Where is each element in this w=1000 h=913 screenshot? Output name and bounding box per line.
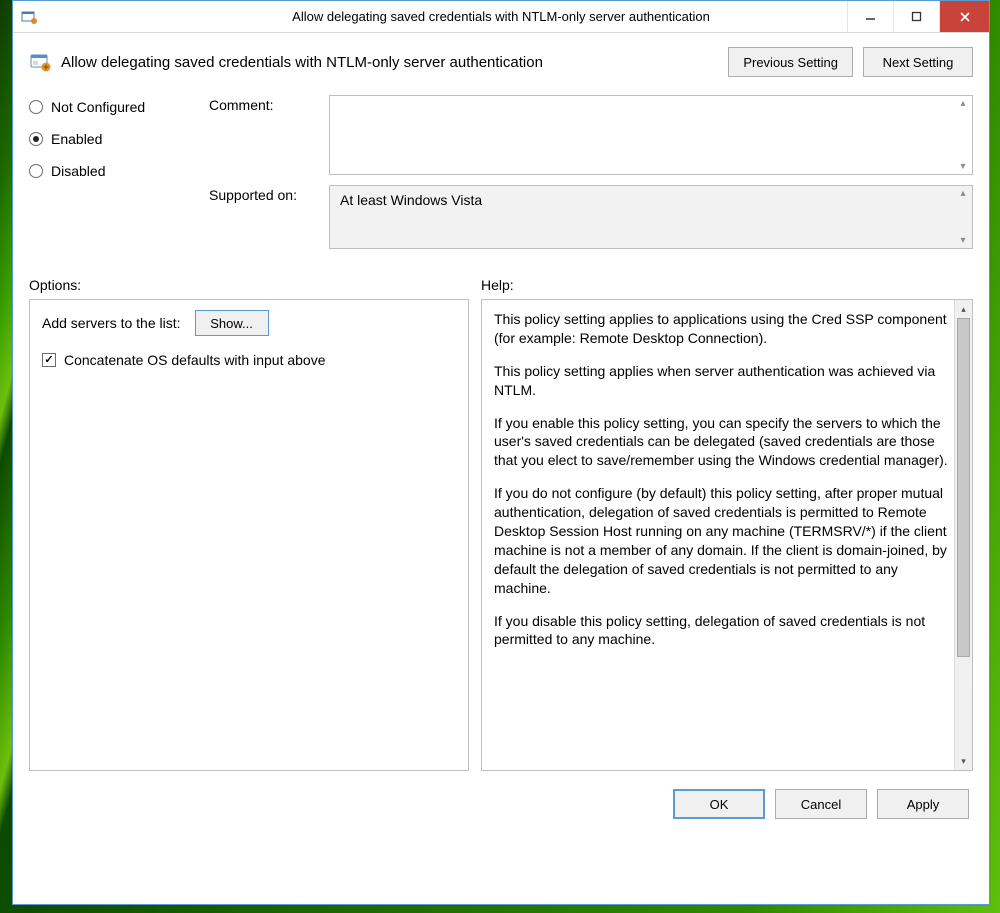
window-buttons bbox=[847, 1, 989, 32]
close-button[interactable] bbox=[939, 1, 989, 32]
client-area: Allow delegating saved credentials with … bbox=[13, 33, 989, 904]
radio-enabled[interactable]: Enabled bbox=[29, 131, 209, 147]
concat-label: Concatenate OS defaults with input above bbox=[64, 352, 326, 368]
radio-label: Disabled bbox=[51, 163, 105, 179]
scroll-up-icon: ▴ bbox=[960, 98, 965, 109]
scrollbar-thumb[interactable] bbox=[957, 318, 970, 657]
options-pane: Add servers to the list: Show... Concate… bbox=[29, 299, 469, 771]
policy-editor-window: Allow delegating saved credentials with … bbox=[12, 0, 990, 905]
window-title: Allow delegating saved credentials with … bbox=[13, 9, 989, 24]
state-radios: Not Configured Enabled Disabled bbox=[29, 95, 209, 179]
scroll-up-icon: ▴ bbox=[955, 300, 972, 318]
help-text: This policy setting applies to applicati… bbox=[494, 310, 950, 649]
scrollbar[interactable]: ▴ ▾ bbox=[954, 96, 972, 174]
policy-name: Allow delegating saved credentials with … bbox=[61, 54, 718, 71]
dialog-footer: OK Cancel Apply bbox=[13, 779, 989, 833]
help-paragraph: This policy setting applies to applicati… bbox=[494, 310, 950, 348]
scroll-up-icon: ▴ bbox=[960, 188, 965, 199]
radio-label: Enabled bbox=[51, 131, 102, 147]
help-label: Help: bbox=[481, 277, 514, 293]
previous-setting-button[interactable]: Previous Setting bbox=[728, 47, 853, 77]
concat-checkbox-row[interactable]: Concatenate OS defaults with input above bbox=[42, 352, 456, 368]
help-paragraph: This policy setting applies when server … bbox=[494, 362, 950, 400]
scroll-down-icon: ▾ bbox=[960, 235, 965, 246]
help-scrollbar[interactable]: ▴ ▾ bbox=[954, 300, 972, 770]
policy-icon bbox=[29, 51, 51, 73]
section-labels: Options: Help: bbox=[13, 265, 989, 299]
ok-button[interactable]: OK bbox=[673, 789, 765, 819]
supported-on-box: At least Windows Vista ▴ ▾ bbox=[329, 185, 973, 249]
radio-icon bbox=[29, 100, 43, 114]
options-label: Options: bbox=[29, 277, 481, 293]
cancel-button[interactable]: Cancel bbox=[775, 789, 867, 819]
show-button[interactable]: Show... bbox=[195, 310, 269, 336]
comment-label: Comment: bbox=[209, 95, 329, 113]
help-paragraph: If you do not configure (by default) thi… bbox=[494, 484, 950, 597]
radio-icon bbox=[29, 132, 43, 146]
help-paragraph: If you disable this policy setting, dele… bbox=[494, 612, 950, 650]
supported-on-value: At least Windows Vista bbox=[340, 192, 482, 208]
add-servers-label: Add servers to the list: bbox=[42, 315, 181, 331]
help-pane: This policy setting applies to applicati… bbox=[481, 299, 973, 771]
scrollbar-track[interactable] bbox=[955, 318, 972, 752]
help-paragraph: If you enable this policy setting, you c… bbox=[494, 414, 950, 471]
scroll-down-icon: ▾ bbox=[960, 161, 965, 172]
supported-on-label: Supported on: bbox=[209, 185, 329, 203]
minimize-button[interactable] bbox=[847, 1, 893, 32]
title-bar[interactable]: Allow delegating saved credentials with … bbox=[13, 1, 989, 33]
apply-button[interactable]: Apply bbox=[877, 789, 969, 819]
scroll-down-icon: ▾ bbox=[955, 752, 972, 770]
radio-label: Not Configured bbox=[51, 99, 145, 115]
policy-header: Allow delegating saved credentials with … bbox=[13, 33, 989, 83]
comment-textarea[interactable]: ▴ ▾ bbox=[329, 95, 973, 175]
radio-disabled[interactable]: Disabled bbox=[29, 163, 209, 179]
next-setting-button[interactable]: Next Setting bbox=[863, 47, 973, 77]
radio-not-configured[interactable]: Not Configured bbox=[29, 99, 209, 115]
scrollbar[interactable]: ▴ ▾ bbox=[954, 186, 972, 248]
radio-icon bbox=[29, 164, 43, 178]
app-icon bbox=[21, 9, 37, 25]
maximize-button[interactable] bbox=[893, 1, 939, 32]
checkbox-icon bbox=[42, 353, 56, 367]
